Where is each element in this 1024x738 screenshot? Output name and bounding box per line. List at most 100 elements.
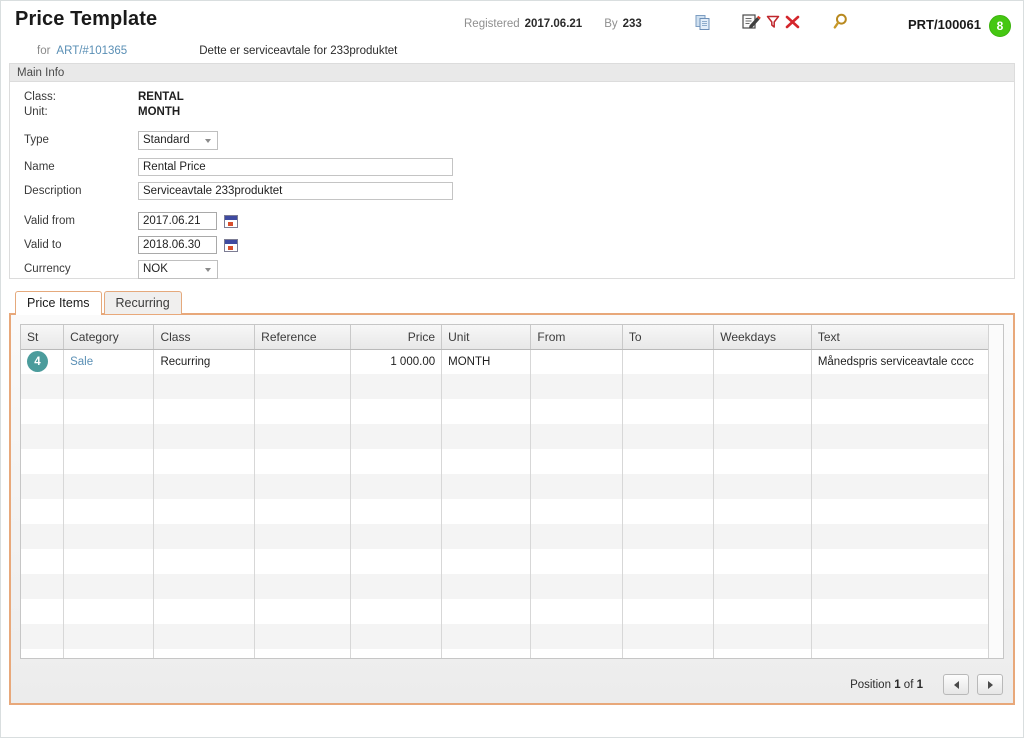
prev-page-button[interactable] xyxy=(943,674,969,695)
col-category[interactable]: Category xyxy=(64,325,154,349)
table-empty-row[interactable] xyxy=(21,374,1003,399)
table-empty-row[interactable] xyxy=(21,474,1003,499)
category-link[interactable]: Sale xyxy=(70,356,93,368)
grid-vertical-scrollbar[interactable] xyxy=(988,325,1003,658)
cell-unit: MONTH xyxy=(442,349,531,374)
empty-cell xyxy=(154,649,255,659)
empty-cell xyxy=(21,499,64,524)
empty-cell xyxy=(622,649,713,659)
table-empty-row[interactable] xyxy=(21,624,1003,649)
empty-cell xyxy=(622,424,713,449)
empty-cell xyxy=(811,399,1002,424)
tab-recurring[interactable]: Recurring xyxy=(104,291,182,314)
article-link[interactable]: ART/#101365 xyxy=(56,45,127,57)
copy-icon[interactable] xyxy=(695,14,712,30)
unit-label: Unit: xyxy=(24,106,138,118)
empty-cell xyxy=(811,624,1002,649)
table-empty-row[interactable] xyxy=(21,424,1003,449)
empty-cell xyxy=(442,424,531,449)
cell-from xyxy=(531,349,622,374)
table-row[interactable]: 4 Sale Recurring 1 000.00 MONTH xyxy=(21,349,1003,374)
empty-cell xyxy=(64,524,154,549)
edit-note-icon[interactable] xyxy=(742,13,762,30)
empty-cell xyxy=(811,449,1002,474)
table-empty-row[interactable] xyxy=(21,449,1003,474)
empty-cell xyxy=(442,599,531,624)
status-badge[interactable]: 8 xyxy=(989,15,1011,37)
valid-to-row: Valid to 2018.06.30 xyxy=(24,233,1014,257)
tab-price-items[interactable]: Price Items xyxy=(15,291,102,314)
position-text: Position 1 of 1 xyxy=(850,679,923,691)
empty-cell xyxy=(255,649,351,659)
row-status-badge[interactable]: 4 xyxy=(27,351,48,372)
empty-cell xyxy=(622,624,713,649)
table-empty-row[interactable] xyxy=(21,524,1003,549)
table-empty-row[interactable] xyxy=(21,649,1003,659)
empty-cell xyxy=(21,374,64,399)
empty-cell xyxy=(531,624,622,649)
description-label: Description xyxy=(24,185,138,197)
type-label: Type xyxy=(24,134,138,146)
type-select[interactable]: Standard xyxy=(138,131,218,150)
pager: Position 1 of 1 xyxy=(850,674,1003,695)
valid-from-input[interactable]: 2017.06.21 xyxy=(138,212,217,230)
empty-cell xyxy=(714,449,812,474)
next-page-button[interactable] xyxy=(977,674,1003,695)
class-label: Class: xyxy=(24,91,138,103)
name-input[interactable]: Rental Price xyxy=(138,158,453,176)
empty-cell xyxy=(811,649,1002,659)
empty-cell xyxy=(811,549,1002,574)
registered-by: 233 xyxy=(623,18,642,30)
table-empty-row[interactable] xyxy=(21,599,1003,624)
search-magnifier-icon[interactable] xyxy=(833,13,851,30)
class-value: RENTAL xyxy=(138,91,184,103)
empty-cell xyxy=(622,574,713,599)
valid-to-input[interactable]: 2018.06.30 xyxy=(138,236,217,254)
calendar-icon[interactable] xyxy=(224,215,238,228)
empty-cell xyxy=(154,549,255,574)
valid-from-label: Valid from xyxy=(24,215,138,227)
empty-cell xyxy=(255,499,351,524)
empty-cell xyxy=(531,549,622,574)
col-st[interactable]: St xyxy=(21,325,64,349)
cell-reference xyxy=(255,349,351,374)
empty-cell xyxy=(64,549,154,574)
empty-cell xyxy=(811,374,1002,399)
empty-cell xyxy=(350,574,441,599)
arrow-left-icon xyxy=(954,681,959,689)
col-to[interactable]: To xyxy=(622,325,713,349)
empty-cell xyxy=(255,624,351,649)
col-unit[interactable]: Unit xyxy=(442,325,531,349)
delete-x-icon[interactable] xyxy=(784,14,801,30)
registered-date: 2017.06.21 xyxy=(525,18,583,30)
cell-category: Sale xyxy=(64,349,154,374)
col-from[interactable]: From xyxy=(531,325,622,349)
price-items-table: St Category Class Reference Price Unit F… xyxy=(21,325,1003,659)
description-input[interactable]: Serviceavtale 233produktet xyxy=(138,182,453,200)
currency-select[interactable]: NOK xyxy=(138,260,218,279)
empty-cell xyxy=(255,449,351,474)
empty-cell xyxy=(64,399,154,424)
empty-cell xyxy=(531,399,622,424)
spacer-a xyxy=(24,119,1014,128)
empty-cell xyxy=(531,474,622,499)
filter-icon[interactable] xyxy=(766,14,780,29)
col-class[interactable]: Class xyxy=(154,325,255,349)
table-empty-row[interactable] xyxy=(21,549,1003,574)
col-weekdays[interactable]: Weekdays xyxy=(714,325,812,349)
table-empty-row[interactable] xyxy=(21,499,1003,524)
arrow-right-icon xyxy=(988,681,993,689)
empty-cell xyxy=(714,649,812,659)
col-price[interactable]: Price xyxy=(350,325,441,349)
empty-cell xyxy=(64,449,154,474)
table-empty-row[interactable] xyxy=(21,399,1003,424)
empty-cell xyxy=(21,424,64,449)
empty-cell xyxy=(64,474,154,499)
position-current: 1 xyxy=(894,679,900,691)
table-empty-row[interactable] xyxy=(21,574,1003,599)
empty-cell xyxy=(21,524,64,549)
col-reference[interactable]: Reference xyxy=(255,325,351,349)
col-text[interactable]: Text xyxy=(811,325,1002,349)
calendar-icon[interactable] xyxy=(224,239,238,252)
empty-cell xyxy=(350,624,441,649)
